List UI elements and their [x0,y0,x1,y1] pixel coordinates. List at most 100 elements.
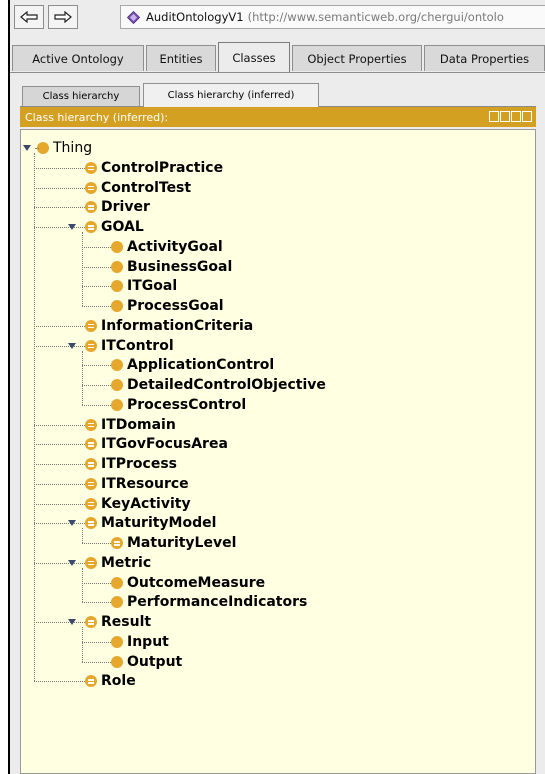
tree-node-activity-goal[interactable]: ActivityGoal [111,237,223,257]
main-tab-bar: Active Ontology Entities Classes Object … [10,40,545,73]
tree-node-performance-indicators[interactable]: PerformanceIndicators [111,592,307,612]
tree-connector [82,246,111,248]
tree-node-output[interactable]: Output [111,652,182,672]
tree-node-result[interactable]: Result [85,612,151,632]
tree-connector [34,464,85,465]
tree-node-label: ITProcess [101,456,178,472]
expand-triangle-icon[interactable] [22,143,32,153]
defined-class-icon [85,319,97,332]
tree-guide-line [82,528,83,543]
tab-object-properties[interactable]: Object Properties [292,45,422,71]
tree-node-application-control[interactable]: ApplicationControl [111,355,274,375]
ontology-diamond-icon [127,10,140,24]
class-icon [111,655,123,668]
tree-node-itprocess[interactable]: ITProcess [85,454,177,474]
tree-connector [82,385,111,386]
tab-data-properties[interactable]: Data Properties [424,45,545,71]
tree-node-process-goal[interactable]: ProcessGoal [111,296,224,316]
defined-class-icon [85,161,97,174]
tree-node-control-test[interactable]: ControlTest [85,178,191,198]
tree-guide-line [82,627,83,662]
tree-connector [34,167,85,169]
tree-node-business-goal[interactable]: BusinessGoal [111,257,232,277]
tree-node-driver[interactable]: Driver [85,197,150,217]
defined-class-icon [85,181,97,194]
tree-node-metric[interactable]: Metric [85,553,151,573]
tab-class-hierarchy-inferred[interactable]: Class hierarchy (inferred) [143,83,319,107]
tree-node-itdomain[interactable]: ITDomain [85,415,176,435]
tree-node-process-control[interactable]: ProcessControl [111,395,246,415]
class-tree-panel[interactable]: Thing ControlPractice ControlTest Driver GOA… [20,129,536,774]
tree-node-control-practice[interactable]: ControlPractice [85,158,223,178]
tree-node-input[interactable]: Input [111,632,169,652]
ontology-uri: (http://www.semanticweb.org/chergui/onto… [247,10,504,24]
defined-class-icon [85,675,97,688]
tree-node-label: ControlPractice [101,159,224,176]
tab-class-hierarchy[interactable]: Class hierarchy [22,86,140,106]
tree-guide-line [82,567,83,603]
minimize-view-icon[interactable] [500,111,510,122]
tree-node-role[interactable]: Role [85,671,136,691]
defined-class-icon [85,201,97,214]
tree-node-maturity-level[interactable]: MaturityLevel [111,533,236,553]
active-ontology-selector[interactable]: AuditOntologyV1 (http://www.semanticweb.… [120,5,545,29]
arrow-left-icon [20,11,38,23]
tree-connector [82,286,111,288]
class-icon [111,260,123,273]
tree-connector [34,424,85,426]
tree-guide-line [82,232,83,306]
tree-connector [34,681,85,683]
tree-node-information-criteria[interactable]: InformationCriteria [85,316,253,336]
class-icon [111,596,123,609]
tree-node-itgoal[interactable]: ITGoal [111,276,177,296]
tree-node-label: OutcomeMeasure [127,574,266,591]
tree-node-thing[interactable]: Thing [37,138,92,158]
float-view-icon[interactable] [511,111,521,122]
tree-node-maturity-model[interactable]: MaturityModel [85,513,216,533]
protege-window: AuditOntologyV1 (http://www.semanticweb.… [8,0,545,774]
tree-connector [82,602,111,604]
class-hierarchy-view: Class hierarchy Class hierarchy (inferre… [20,80,536,774]
class-tree: Thing ControlPractice ControlTest Driver GOA… [21,130,535,773]
tree-node-key-activity[interactable]: KeyActivity [85,494,191,514]
view-header: Class hierarchy (inferred): [20,107,536,127]
close-view-icon[interactable] [522,111,532,122]
tree-node-outcome-measure[interactable]: OutcomeMeasure [111,573,265,593]
expand-triangle-icon[interactable] [67,222,77,232]
split-view-icon[interactable] [489,111,499,122]
tree-connector [34,562,85,564]
defined-class-icon [85,418,97,431]
defined-class-icon [85,221,97,233]
tree-node-label: MaturityLevel [127,535,237,551]
tree-node-label: ActivityGoal [127,238,223,255]
tree-node-label: Metric [101,554,152,571]
tree-node-goal[interactable]: GOAL [85,217,144,237]
tree-node-label: ProcessControl [127,396,247,413]
back-button[interactable] [14,5,44,29]
tree-node-itcontrol[interactable]: ITControl [85,336,174,356]
tab-active-ontology[interactable]: Active Ontology [12,45,144,71]
tree-node-label: ControlTest [101,179,192,196]
hierarchy-tab-bar: Class hierarchy Class hierarchy (inferre… [20,80,536,107]
expand-triangle-icon[interactable] [67,558,77,568]
tab-classes[interactable]: Classes [218,42,290,72]
tree-node-itgov-focus-area[interactable]: ITGovFocusArea [85,434,228,454]
expand-triangle-icon[interactable] [67,518,77,528]
tree-connector [34,227,85,228]
defined-class-icon [85,438,97,451]
ontology-name: AuditOntologyV1 [146,10,244,24]
tree-connector [34,622,85,623]
defined-class-icon [85,458,97,470]
defined-class-icon [85,556,97,569]
defined-class-icon [85,477,97,490]
tree-node-label: KeyActivity [101,495,191,512]
tree-connector [35,148,39,149]
expand-triangle-icon[interactable] [67,617,77,627]
tree-node-itresource[interactable]: ITResource [85,474,189,494]
tree-node-detailed-control-objective[interactable]: DetailedControlObjective [111,375,326,395]
expand-triangle-icon[interactable] [67,341,77,351]
tree-connector [82,306,111,307]
forward-button[interactable] [48,5,78,29]
tab-entities[interactable]: Entities [146,45,216,71]
tree-node-label: ITControl [101,337,174,354]
